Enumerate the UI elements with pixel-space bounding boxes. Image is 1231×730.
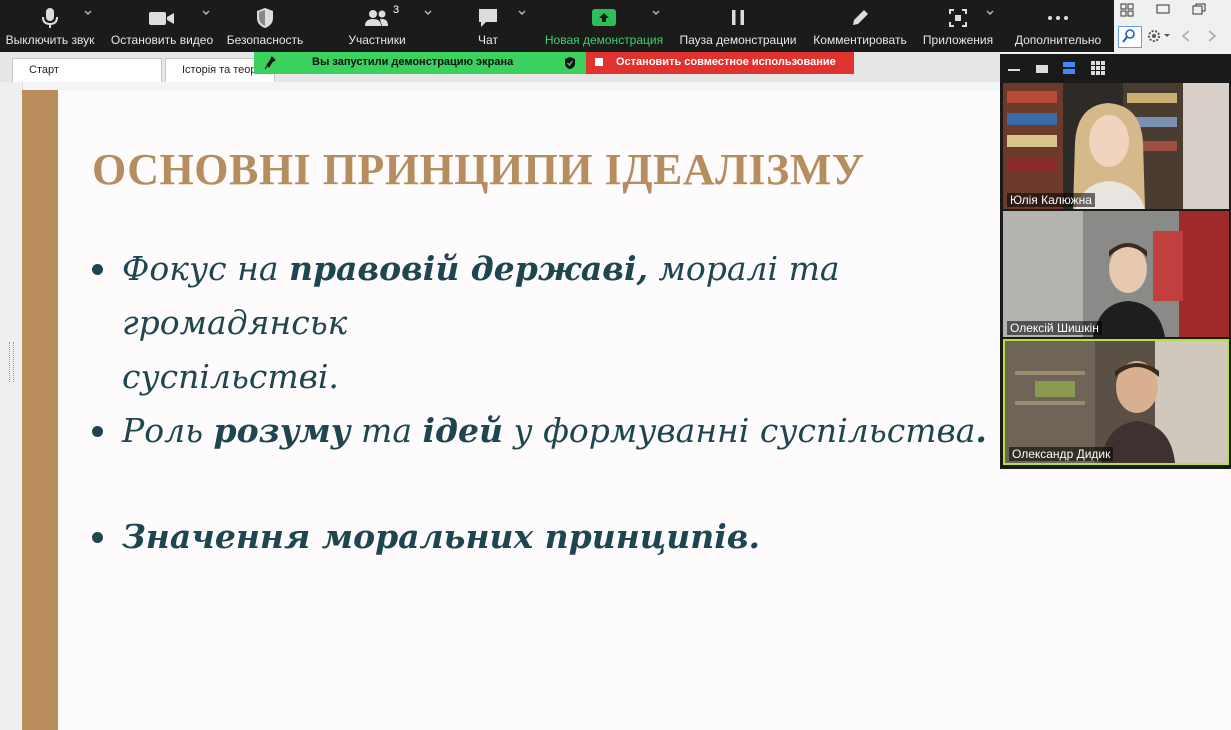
stop-square-icon <box>595 58 603 66</box>
pause-share-button[interactable]: Пауза демонстрации <box>676 0 800 52</box>
chevron-down-icon[interactable] <box>518 10 526 16</box>
slide-title: ОСНОВНІ ПРИНЦИПИ ІДЕАЛІЗМУ <box>92 145 865 194</box>
video-gallery: Юлія Калюжна Олексій Шишкін Олександр Ди… <box>1000 54 1231 469</box>
share-screen-icon <box>542 7 666 29</box>
participant-video-feed <box>1005 341 1227 463</box>
annotate-button[interactable]: Комментировать <box>810 0 910 52</box>
more-label: Дополнительно <box>1014 33 1102 47</box>
tab-label: Історія та теор <box>182 64 257 76</box>
minimize-icon[interactable] <box>1008 68 1020 72</box>
new-share-button[interactable]: Новая демонстрация <box>542 0 666 52</box>
slide-bullet: Значення моральних принципів. <box>92 510 1022 564</box>
participants-label: Участники <box>348 33 406 47</box>
tab-label: Старт <box>29 64 59 76</box>
mute-button[interactable]: Выключить звук <box>0 0 100 52</box>
pause-share-label: Пауза демонстрации <box>679 33 797 47</box>
participant-name: Юлія Калюжна <box>1007 193 1095 207</box>
new-share-label: Новая демонстрация <box>544 33 664 47</box>
shield-icon <box>222 7 308 29</box>
participant-video-tile-active-speaker[interactable]: Олександр Дидик <box>1003 339 1229 465</box>
sharing-status-bar: Вы запустили демонстрацию экрана <box>254 52 586 74</box>
bullet-dot <box>92 264 103 275</box>
mute-label: Выключить звук <box>5 33 95 47</box>
participant-name: Олександр Дидик <box>1009 447 1114 461</box>
window-controls <box>1114 0 1231 52</box>
stacked-view-icon[interactable] <box>1063 62 1075 75</box>
grid-view-icon[interactable] <box>1091 61 1105 75</box>
shield-check-icon <box>565 57 575 69</box>
pin-icon[interactable] <box>264 56 276 70</box>
participants-button[interactable]: 3 Участники <box>340 0 432 52</box>
meeting-toolbar: Выключить звук Остановить видео Безопасн… <box>0 0 1114 52</box>
forward-arrow-icon[interactable] <box>1206 29 1218 43</box>
more-button[interactable]: Дополнительно <box>1010 0 1106 52</box>
minimize-window-icon[interactable] <box>1156 4 1170 14</box>
chevron-down-icon[interactable] <box>652 10 660 16</box>
slide-thumbnail-pane <box>0 82 23 730</box>
participants-count: 3 <box>393 4 400 16</box>
search-icon[interactable] <box>1118 26 1142 48</box>
chat-button[interactable]: Чат <box>460 0 526 52</box>
tab-start[interactable]: Старт <box>12 58 162 82</box>
more-dots-icon <box>1010 7 1106 29</box>
security-label: Безопасность <box>226 33 304 47</box>
stop-video-label: Остановить видео <box>110 33 214 47</box>
pause-icon <box>676 7 800 29</box>
chat-label: Чат <box>478 33 498 47</box>
slide-bullet: Роль розуму та ідей у формуванні суспіль… <box>92 404 1022 458</box>
participants-icon <box>340 7 414 29</box>
stop-share-button[interactable]: Остановить совместное использование <box>586 52 854 74</box>
slide-bullet: Фокус на правовій державі, моралі та гро… <box>92 242 1022 404</box>
back-arrow-icon[interactable] <box>1180 29 1192 43</box>
bullet-dot <box>92 532 103 543</box>
chevron-down-icon[interactable] <box>84 10 92 16</box>
chevron-down-icon[interactable] <box>424 10 432 16</box>
pencil-icon <box>810 7 910 29</box>
participant-video-feed <box>1003 83 1229 209</box>
restore-window-icon[interactable] <box>1192 3 1206 15</box>
video-camera-icon <box>108 7 216 29</box>
chevron-down-icon[interactable] <box>986 10 994 16</box>
stop-video-button[interactable]: Остановить видео <box>108 0 216 52</box>
apps-button[interactable]: Приложения <box>918 0 998 52</box>
bullet-dot <box>92 426 103 437</box>
chat-bubble-icon <box>460 7 516 29</box>
sharing-status-text: Вы запустили демонстрацию экрана <box>312 56 514 68</box>
gear-icon[interactable] <box>1146 28 1172 44</box>
chevron-down-icon[interactable] <box>202 10 210 16</box>
gallery-header <box>1000 54 1231 82</box>
grid-icon[interactable] <box>1120 3 1134 17</box>
security-button[interactable]: Безопасность <box>222 0 308 52</box>
slide-accent-bar <box>22 90 58 730</box>
pane-resize-handle[interactable] <box>9 342 14 382</box>
participant-name: Олексій Шишкін <box>1007 321 1102 335</box>
participant-video-tile[interactable]: Юлія Калюжна <box>1003 83 1229 209</box>
participant-video-feed <box>1003 211 1229 337</box>
single-view-icon[interactable] <box>1036 65 1048 73</box>
annotate-label: Комментировать <box>813 33 907 47</box>
stop-share-label: Остановить совместное использование <box>616 56 836 68</box>
apps-label: Приложения <box>922 33 994 47</box>
participant-video-tile[interactable]: Олексій Шишкін <box>1003 211 1229 337</box>
